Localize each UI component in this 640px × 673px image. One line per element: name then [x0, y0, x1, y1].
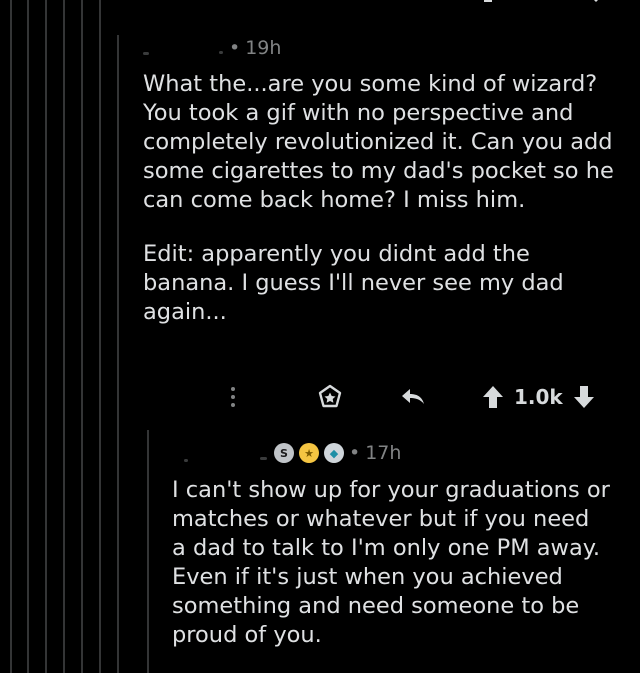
- comment-paragraph-1: What the...are you some kind of wizard? …: [143, 71, 614, 213]
- previous-downvote-icon[interactable]: [588, 0, 604, 2]
- username-fragment: [219, 50, 223, 54]
- thread-line-8[interactable]: [147, 430, 149, 673]
- give-award-button[interactable]: [315, 382, 345, 412]
- comment-timestamp[interactable]: 19h: [245, 37, 281, 59]
- reply-username-fragment: [260, 456, 267, 460]
- reply-meta-separator: •: [349, 442, 361, 464]
- reply-comment: S ★ ◆ • 17h I can't show up for your gra…: [172, 440, 632, 650]
- thread-line-6[interactable]: [99, 0, 101, 673]
- reply-body: I can't show up for your graduations or …: [172, 476, 632, 650]
- platinum-award-icon[interactable]: ◆: [324, 443, 344, 463]
- reply-paragraph-1: I can't show up for your graduations or …: [172, 477, 610, 648]
- vote-count: 1.0k: [514, 385, 563, 409]
- reply-button[interactable]: [398, 382, 428, 412]
- gold-award-icon[interactable]: ★: [299, 443, 319, 463]
- previous-action-bar-fragment: [480, 0, 610, 6]
- previous-upvote-icon[interactable]: [484, 0, 492, 2]
- username[interactable]: [143, 51, 149, 55]
- downvote-icon: [573, 386, 594, 408]
- reply-icon: [402, 389, 424, 404]
- thread-line-2[interactable]: [27, 0, 29, 673]
- thread-line-5[interactable]: [81, 0, 83, 673]
- reply-meta: S ★ ◆ • 17h: [172, 440, 632, 466]
- thread-line-3[interactable]: [45, 0, 47, 673]
- meta-separator: •: [229, 37, 241, 59]
- more-options-button[interactable]: [222, 382, 244, 412]
- comment-action-bar: 1.0k: [222, 382, 617, 412]
- thread-line-4[interactable]: [63, 0, 65, 673]
- thread-line-7[interactable]: [117, 35, 119, 673]
- comment: • 19h What the...are you some kind of wi…: [143, 35, 633, 327]
- reply-timestamp[interactable]: 17h: [365, 442, 401, 464]
- reply-username[interactable]: [184, 458, 188, 462]
- more-vertical-icon: [231, 387, 235, 407]
- comment-body: What the...are you some kind of wizard? …: [143, 70, 633, 327]
- upvote-icon: [483, 386, 503, 408]
- comment-paragraph-2: Edit: apparently you didnt add the banan…: [143, 241, 564, 325]
- award-icon: [318, 384, 342, 408]
- downvote-button[interactable]: [571, 382, 597, 412]
- upvote-button[interactable]: [480, 382, 506, 412]
- thread-line-1[interactable]: [10, 0, 12, 673]
- comment-meta: • 19h: [143, 35, 633, 61]
- silver-award-icon[interactable]: S: [274, 443, 294, 463]
